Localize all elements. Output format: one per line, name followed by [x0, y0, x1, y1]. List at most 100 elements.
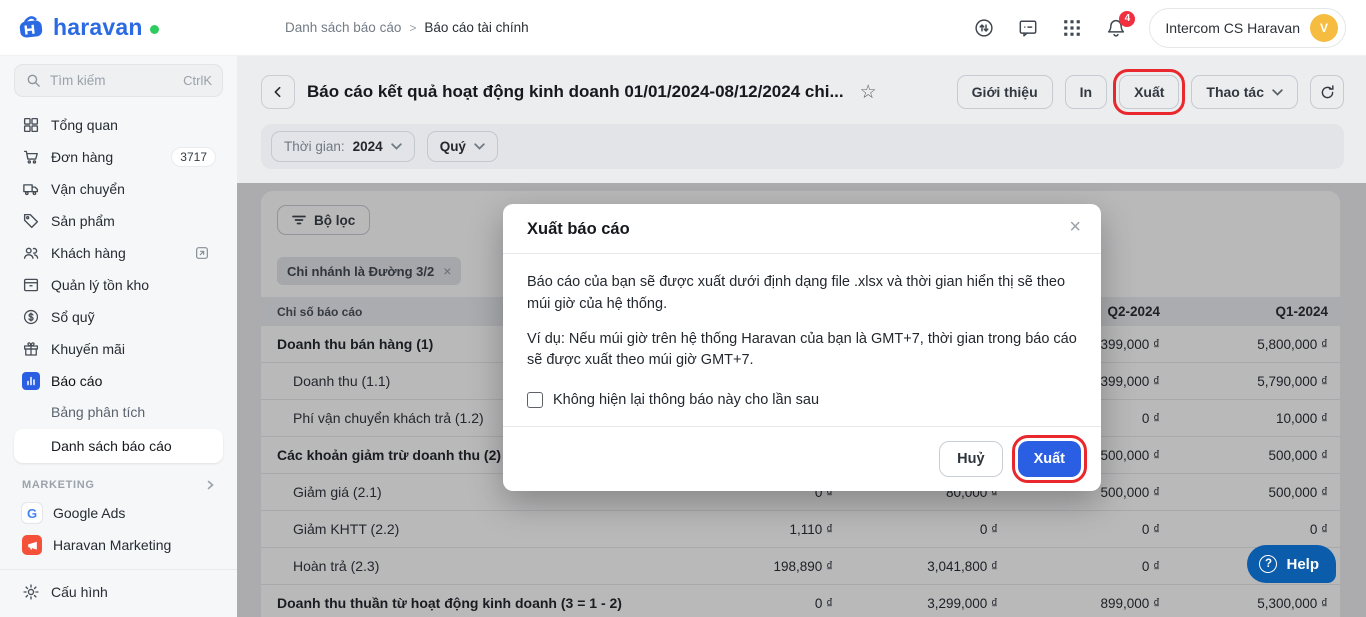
export-button[interactable]: Xuất [1113, 69, 1186, 115]
popout-icon[interactable] [189, 241, 215, 265]
chevron-down-icon [1272, 88, 1283, 96]
granularity-value: Quý [439, 139, 466, 154]
help-button[interactable]: ? Help [1247, 545, 1336, 583]
inventory-icon [22, 276, 40, 294]
modal-body: Báo cáo của bạn sẽ được xuất dưới định d… [503, 254, 1101, 389]
haravan-bag-icon [16, 13, 46, 43]
question-mark-icon: ? [1259, 555, 1278, 573]
sidebar-search[interactable]: CtrlK [14, 64, 223, 97]
sidebar-subitem-danh-sach-bao-cao[interactable]: Danh sách báo cáo [14, 429, 223, 463]
sidebar-item-label: Báo cáo [51, 373, 103, 389]
sidebar-subitem-bang-phan-tich[interactable]: Bảng phân tích [14, 397, 223, 427]
tag-icon [22, 212, 40, 230]
status-green-dot [149, 25, 159, 34]
truck-icon [22, 180, 40, 198]
sidebar-item-san-pham[interactable]: Sản phẩm [14, 205, 223, 237]
modal-header: Xuất báo cáo × [503, 204, 1101, 254]
actions-dropdown[interactable]: Thao tác [1191, 75, 1298, 109]
back-button[interactable] [261, 75, 295, 109]
sidebar-item-khach-hang[interactable]: Khách hàng [14, 237, 223, 269]
sidebar-item-label: Sổ quỹ [51, 309, 95, 325]
sidebar-item-label: Quản lý tồn kho [51, 277, 150, 293]
sidebar-subitem-label: Danh sách báo cáo [51, 438, 172, 454]
sidebar: CtrlK Tổng quan Đơn hàng 3717 Vận chuyển… [0, 56, 237, 617]
time-filter-label: Thời gian: [284, 139, 345, 154]
export-modal: Xuất báo cáo × Báo cáo của bạn sẽ được x… [503, 204, 1101, 491]
account-name: Intercom CS Haravan [1165, 19, 1300, 36]
modal-footer: Huỷ Xuất [503, 426, 1101, 491]
bell-icon[interactable]: 4 [1105, 10, 1136, 39]
sidebar-item-khuyen-mai[interactable]: Khuyến mãi [14, 333, 223, 365]
sidebar-subitem-label: Bảng phân tích [51, 404, 146, 420]
dont-show-again-checkbox[interactable] [527, 392, 543, 408]
breadcrumb-current: Báo cáo tài chính [424, 20, 529, 35]
sidebar-item-tong-quan[interactable]: Tổng quan [14, 109, 223, 141]
time-filter-value: 2024 [352, 139, 383, 154]
search-shortcut: CtrlK [183, 73, 212, 88]
dont-show-again-row: Không hiện lại thông báo này cho lần sau [503, 389, 1101, 426]
customers-icon [22, 244, 40, 262]
chevron-down-icon [390, 143, 402, 150]
topbar: haravan Danh sách báo cáo > Báo cáo tài … [0, 0, 1366, 56]
sidebar-item-haravan-marketing[interactable]: Haravan Marketing [14, 529, 223, 561]
search-icon [25, 72, 42, 89]
search-input[interactable] [50, 73, 160, 88]
sidebar-item-van-chuyen[interactable]: Vận chuyển [14, 173, 223, 205]
refresh-button[interactable] [1310, 75, 1344, 109]
page-header: Báo cáo kết quả hoạt động kinh doanh 01/… [237, 56, 1366, 124]
confirm-export-button[interactable]: Xuất [1011, 435, 1088, 483]
sidebar-item-cau-hinh[interactable]: Cấu hình [14, 576, 223, 608]
sidebar-item-label: Sản phẩm [51, 213, 115, 229]
dashboard-icon [22, 116, 40, 134]
breadcrumb-separator: > [409, 20, 417, 35]
intro-button[interactable]: Giới thiệu [956, 75, 1053, 109]
help-label: Help [1286, 555, 1319, 573]
chevron-down-icon [474, 143, 485, 150]
promotion-icon [22, 340, 40, 358]
checkbox-label: Không hiện lại thông báo này cho lần sau [553, 392, 820, 408]
sidebar-item-don-hang[interactable]: Đơn hàng 3717 [14, 141, 223, 173]
modal-title: Xuất báo cáo [527, 220, 630, 238]
apps-grid-icon[interactable] [1061, 17, 1083, 39]
sidebar-item-bao-cao[interactable]: Báo cáo [14, 365, 223, 397]
sidebar-item-google-ads[interactable]: G Google Ads [14, 497, 223, 529]
modal-paragraph: Ví dụ: Nếu múi giờ trên hệ thống Haravan… [527, 330, 1077, 369]
sidebar-item-label: Khách hàng [51, 245, 126, 261]
granularity-dropdown[interactable]: Quý [426, 131, 498, 162]
report-icon [22, 372, 40, 390]
orders-count-badge: 3717 [172, 148, 215, 166]
actions-label: Thao tác [1206, 84, 1264, 100]
time-filter-dropdown[interactable]: Thời gian: 2024 [271, 131, 415, 162]
cancel-button[interactable]: Huỷ [939, 441, 1003, 477]
breadcrumb: Danh sách báo cáo > Báo cáo tài chính [285, 20, 529, 35]
cart-icon [22, 148, 40, 166]
sync-icon[interactable] [973, 17, 995, 39]
haravan-logo[interactable]: haravan [0, 13, 237, 43]
sidebar-item-label: Cấu hình [51, 584, 108, 600]
avatar: V [1310, 13, 1338, 42]
account-menu[interactable]: Intercom CS Haravan V [1149, 7, 1346, 48]
modal-paragraph: Báo cáo của bạn sẽ được xuất dưới định d… [527, 274, 1066, 312]
cash-icon [22, 308, 40, 326]
page-title: Báo cáo kết quả hoạt động kinh doanh 01/… [307, 82, 844, 101]
sidebar-item-label: Google Ads [53, 505, 126, 521]
star-icon[interactable]: ☆ [860, 81, 877, 104]
logo-text: haravan [53, 14, 143, 40]
chevron-right-icon [205, 480, 215, 490]
section-label: MARKETING [22, 479, 95, 491]
close-icon[interactable]: × [1069, 217, 1081, 237]
google-icon: G [22, 503, 42, 523]
sidebar-item-label: Khuyến mãi [51, 341, 125, 357]
breadcrumb-parent[interactable]: Danh sách báo cáo [285, 20, 401, 35]
feedback-icon[interactable] [1017, 17, 1039, 39]
print-button[interactable]: In [1064, 75, 1108, 109]
filter-strip: Thời gian: 2024 Quý [261, 124, 1344, 169]
sidebar-item-so-quy[interactable]: Sổ quỹ [14, 301, 223, 333]
notification-badge: 4 [1119, 10, 1136, 27]
sidebar-section-marketing[interactable]: MARKETING [22, 479, 215, 491]
sidebar-divider [0, 569, 237, 570]
gear-icon [22, 583, 40, 601]
haravan-marketing-icon [22, 535, 42, 555]
sidebar-item-quan-ly-ton-kho[interactable]: Quản lý tồn kho [14, 269, 223, 301]
sidebar-item-label: Vận chuyển [51, 181, 125, 197]
